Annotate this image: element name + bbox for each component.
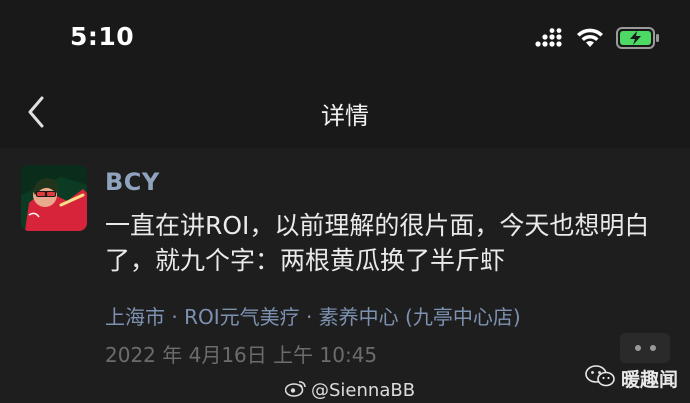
wifi-icon [576, 28, 604, 52]
watermark-handle: @SiennaBB [311, 380, 416, 401]
brand-name: 暖趣闻 [620, 369, 678, 391]
status-bar: 5:10 [0, 0, 690, 80]
post-timestamp: 2022 年 4月16日 上午 10:45 [105, 343, 378, 367]
watermark: @SiennaBB [284, 379, 416, 402]
post-location[interactable]: 上海市 · ROI元气美疗 · 素养中心 (九亭中心店) [105, 301, 521, 330]
page-title: 详情 [321, 102, 369, 130]
navigation-bar: 详情 [0, 80, 690, 144]
post-username[interactable]: BCY [105, 168, 160, 196]
avatar[interactable] [21, 165, 87, 231]
status-icons [534, 27, 660, 53]
more-dot-icon [634, 345, 641, 351]
battery-charging-icon [616, 27, 660, 53]
weibo-icon [284, 379, 307, 402]
more-options-button[interactable] [620, 333, 670, 363]
status-time: 5:10 [70, 22, 135, 51]
wechat-icon [585, 364, 615, 393]
cellular-signal-icon [534, 28, 564, 52]
more-dot-icon [649, 345, 656, 351]
post-detail: BCY 一直在讲ROI，以前理解的很片面，今天也想明白了，就九个字：两根黄瓜换了… [0, 148, 690, 403]
post-message: 一直在讲ROI，以前理解的很片面，今天也想明白了，就九个字：两根黄瓜换了半斤虾 [105, 211, 650, 275]
brand-watermark: 暖趣闻 [585, 364, 678, 393]
